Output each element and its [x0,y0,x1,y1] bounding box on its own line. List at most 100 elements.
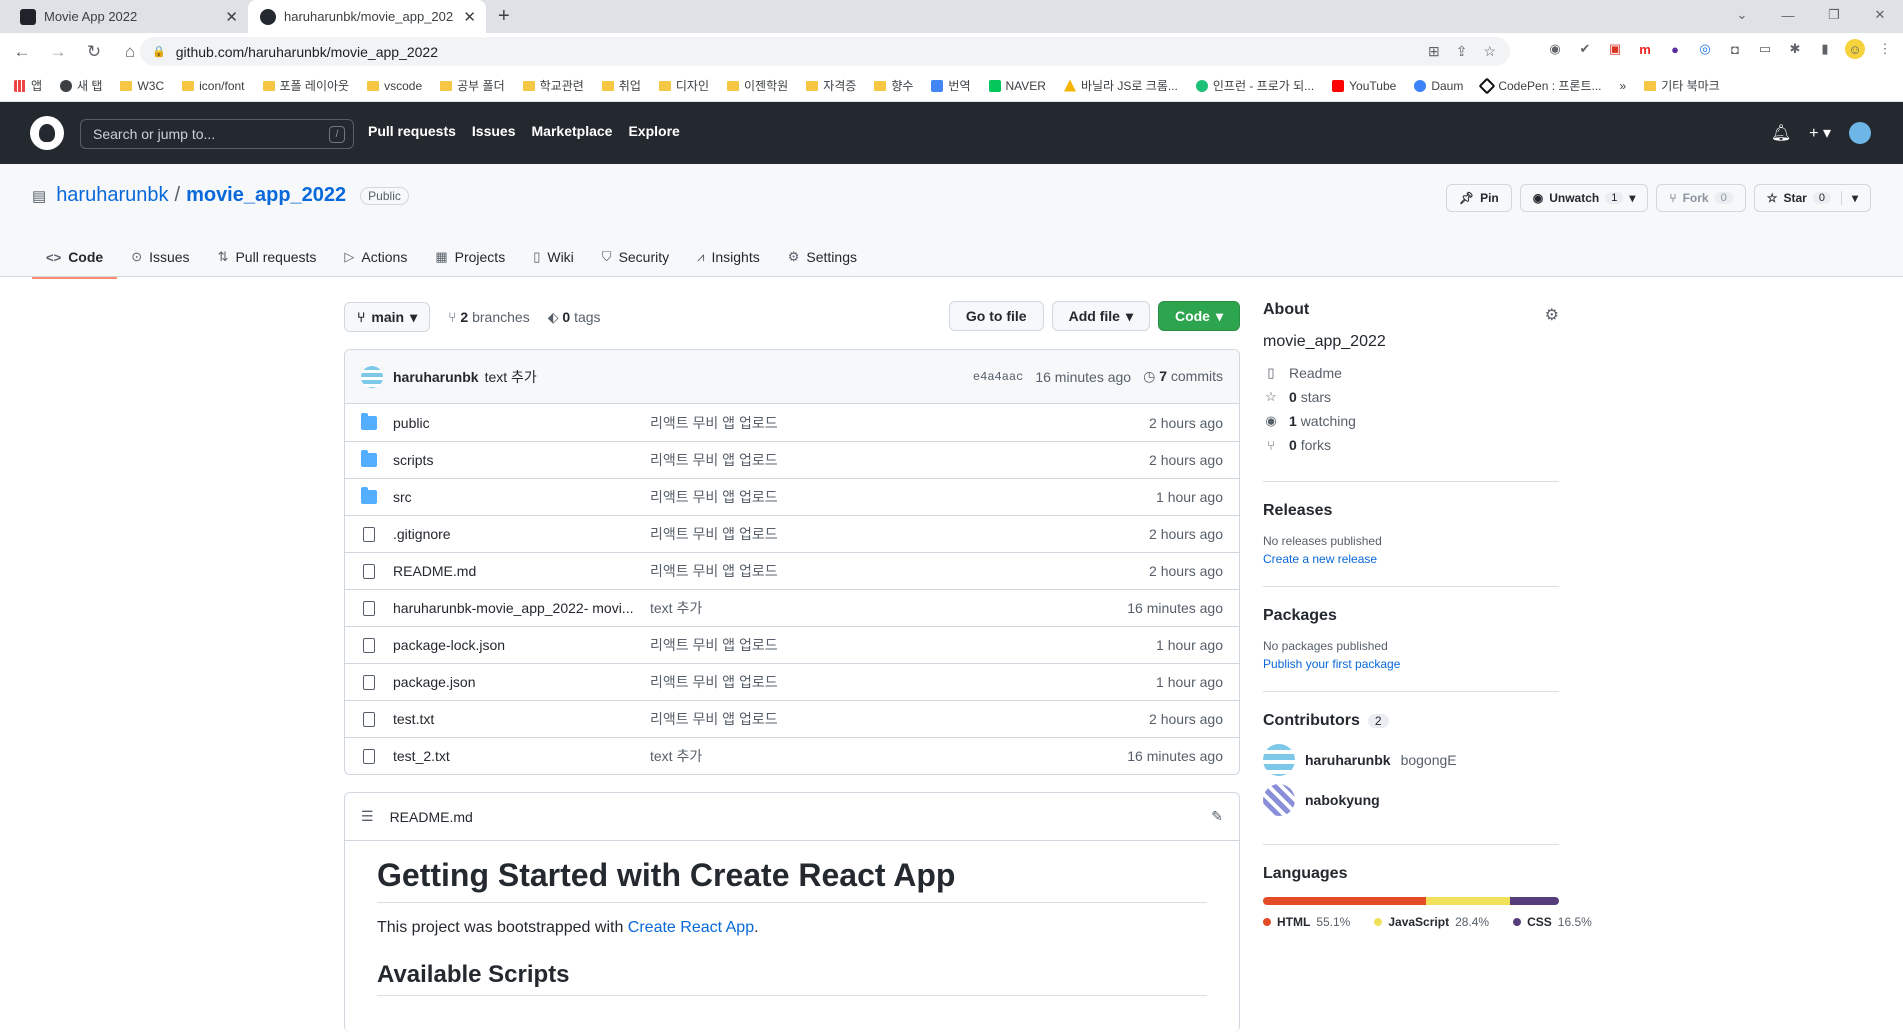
bookmark-item[interactable]: 새 탭 [60,77,102,94]
bell-icon[interactable]: 🔔︎ [1771,123,1791,143]
tab-actions[interactable]: ▷ Actions [330,236,421,278]
tab-security[interactable]: ⛉ Security [588,236,683,278]
file-name-link[interactable]: src [393,489,651,505]
language-item[interactable]: HTML 55.1% [1263,915,1350,929]
share-icon[interactable]: ⇪ [1456,43,1468,60]
github-logo-icon[interactable] [30,116,64,150]
add-file-button[interactable]: Add file ▾ [1051,301,1150,331]
commit-author[interactable]: haruharunbk [393,369,479,385]
browser-tab-movie-app[interactable]: Movie App 2022 ✕ [8,0,248,33]
bookmark-item[interactable]: CodePen : 프론트... [1478,77,1602,94]
releases-title[interactable]: Releases [1263,502,1559,520]
bookmark-star-icon[interactable]: ☆ [1483,43,1496,60]
new-tab-icon[interactable]: + [498,5,510,28]
bookmark-folder[interactable]: 포폴 레이아웃 [262,77,349,94]
plus-dropdown-icon[interactable]: + ▾ [1809,123,1831,143]
address-bar[interactable]: 🔒 github.com/haruharunbk/movie_app_2022 … [140,37,1510,66]
file-commit-message[interactable]: 리액트 무비 앱 업로드 [650,487,778,507]
file-name-link[interactable]: haruharunbk-movie_app_2022- movi... [393,600,651,616]
camera-icon[interactable]: ◘ [1725,39,1745,59]
minimize-icon[interactable]: — [1765,0,1811,30]
bookmark-item[interactable]: 번역 [931,77,971,94]
close-window-icon[interactable]: ✕ [1857,0,1903,30]
extension-icon[interactable]: ✔ [1575,39,1595,59]
language-item[interactable]: CSS 16.5% [1513,915,1592,929]
tags-link[interactable]: ⬖ 0 tags [548,309,601,326]
bookmark-folder[interactable]: 취업 [601,77,641,94]
repo-owner-link[interactable]: haruharunbk [56,184,168,207]
file-name-link[interactable]: package-lock.json [393,637,651,653]
bookmark-folder-other[interactable]: 기타 북마크 [1644,77,1720,94]
gear-icon[interactable]: ⚙ [1545,305,1559,325]
bookmarks-overflow-icon[interactable]: » [1620,79,1627,93]
bookmark-folder[interactable]: 자격증 [806,77,856,94]
commit-message[interactable]: text 추가 [485,367,537,387]
go-to-file-button[interactable]: Go to file [948,301,1044,331]
tab-issues[interactable]: ⊙ Issues [117,236,203,278]
close-tab-icon[interactable]: ✕ [225,8,238,26]
file-name-link[interactable]: test.txt [393,711,651,727]
edit-pencil-icon[interactable]: ✎ [1211,808,1223,825]
list-icon[interactable]: ☰ [361,808,374,825]
file-row[interactable]: test_2.txt text 추가 16 minutes ago [345,737,1239,774]
search-input[interactable]: Search or jump to... / [80,119,354,149]
contributor-item[interactable]: nabokyung [1263,784,1559,816]
tab-pull-requests[interactable]: ⇅ Pull requests [204,236,331,278]
bookmark-item[interactable]: Daum [1414,79,1463,93]
bookmark-folder[interactable]: icon/font [182,79,245,93]
close-tab-icon[interactable]: ✕ [463,8,476,26]
about-stat[interactable]: ☆ 0 stars [1263,389,1559,405]
about-stat[interactable]: ⑂ 0 forks [1263,437,1559,453]
extension-icon[interactable]: ● [1665,39,1685,59]
language-item[interactable]: JavaScript 28.4% [1374,915,1489,929]
unwatch-button[interactable]: ◉ Unwatch 1 ▾ [1519,184,1649,212]
bookmark-item[interactable]: 인프런 - 프로가 되... [1195,77,1314,94]
extension-icon[interactable]: ◉ [1545,39,1565,59]
file-commit-message[interactable]: 리액트 무비 앱 업로드 [650,413,778,433]
bookmark-folder[interactable]: 디자인 [658,77,709,94]
about-stat[interactable]: ▯ Readme [1263,365,1559,381]
fork-button[interactable]: ⑂ Fork 0 [1656,184,1746,212]
bookmark-item[interactable]: NAVER [988,79,1046,93]
user-avatar[interactable] [1849,122,1871,144]
back-icon[interactable]: ← [8,42,36,62]
tab-search-icon[interactable]: ⌄ [1719,0,1765,30]
tab-insights[interactable]: ⩘ Insights [683,236,774,278]
repo-name-link[interactable]: movie_app_2022 [186,184,346,207]
nav-explore[interactable]: Explore [628,123,679,139]
avatar[interactable] [1263,744,1295,776]
reload-icon[interactable]: ↻ [80,42,108,62]
extension-icon[interactable]: ◎ [1695,39,1715,59]
tab-projects[interactable]: ▦ Projects [421,236,519,278]
file-row[interactable]: haruharunbk-movie_app_2022- movi... text … [345,589,1239,626]
star-button[interactable]: ☆ Star 0 ▾ [1753,184,1871,212]
file-commit-message[interactable]: 리액트 무비 앱 업로드 [650,635,778,655]
nav-issues[interactable]: Issues [472,123,516,139]
file-commit-message[interactable]: text 추가 [650,598,702,618]
file-commit-message[interactable]: 리액트 무비 앱 업로드 [650,524,778,544]
contributors-title[interactable]: Contributors [1263,712,1360,730]
file-commit-message[interactable]: 리액트 무비 앱 업로드 [650,561,778,581]
restore-icon[interactable]: ❐ [1811,0,1857,30]
side-panel-icon[interactable]: ▮ [1815,39,1835,59]
file-row[interactable]: scripts 리액트 무비 앱 업로드 2 hours ago [345,441,1239,478]
commit-sha[interactable]: e4a4aac [973,370,1023,384]
tab-settings[interactable]: ⚙ Settings [774,236,871,278]
pin-button[interactable]: 📌︎ Pin [1445,184,1512,212]
file-row[interactable]: test.txt 리액트 무비 앱 업로드 2 hours ago [345,700,1239,737]
bookmark-item[interactable]: YouTube [1332,79,1396,93]
lock-icon[interactable]: 🔒 [152,45,166,58]
bookmark-item[interactable]: 바닐라 JS로 크롬... [1063,77,1178,94]
file-name-link[interactable]: README.md [393,563,651,579]
extension-icon[interactable]: ▣ [1605,39,1625,59]
bookmark-apps[interactable]: 앱 [14,77,42,94]
file-name-link[interactable]: .gitignore [393,526,651,542]
tab-code[interactable]: <> Code [32,236,118,279]
file-name-link[interactable]: package.json [393,674,651,690]
bookmark-folder[interactable]: W3C [120,79,164,93]
nav-marketplace[interactable]: Marketplace [532,123,613,139]
avatar[interactable] [1263,784,1295,816]
tab-wiki[interactable]: ▯ Wiki [519,236,588,278]
code-button[interactable]: Code ▾ [1157,301,1240,331]
file-row[interactable]: src 리액트 무비 앱 업로드 1 hour ago [345,478,1239,515]
